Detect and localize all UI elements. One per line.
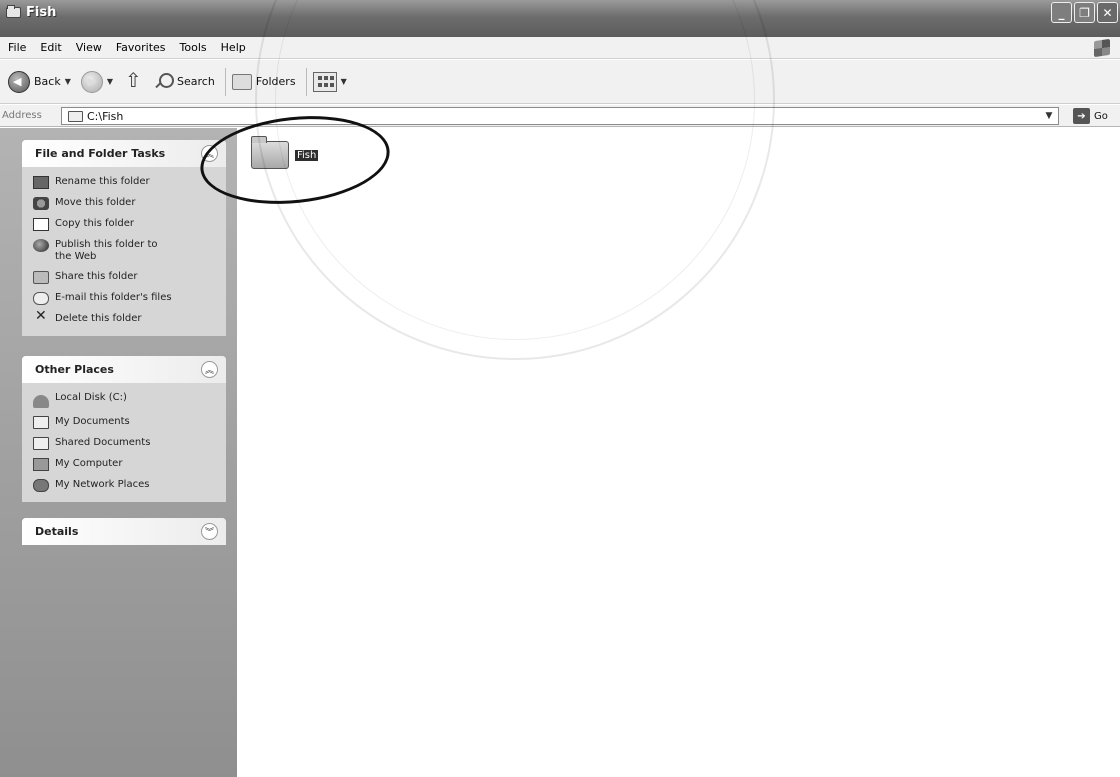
place-my-network-places[interactable]: My Network Places <box>33 475 218 496</box>
go-button[interactable]: ➔ Go <box>1073 108 1108 124</box>
place-label: Local Disk (C:) <box>55 392 127 403</box>
menu-view[interactable]: View <box>76 41 102 54</box>
up-folder-icon <box>123 68 143 92</box>
forward-arrow-icon <box>80 70 103 93</box>
share-icon <box>33 271 49 284</box>
copy-icon <box>33 218 49 231</box>
place-label: My Documents <box>55 416 130 427</box>
task-label: Share this folder <box>55 271 138 282</box>
folders-label: Folders <box>255 75 296 88</box>
panel-header[interactable]: Other Places ︽ <box>22 356 226 383</box>
collapse-icon[interactable]: ︽ <box>201 361 218 378</box>
address-value: C:\Fish <box>87 109 124 123</box>
window-title-text: Fish <box>26 5 57 20</box>
maximize-button[interactable]: ❐ <box>1074 2 1095 23</box>
menu-file[interactable]: File <box>8 41 26 54</box>
panel-header[interactable]: File and Folder Tasks ︽ <box>22 140 226 167</box>
task-rename-folder[interactable]: Rename this folder <box>33 172 218 193</box>
task-label: Publish this folder to the Web <box>55 239 158 262</box>
back-arrow-icon <box>8 70 30 93</box>
network-icon <box>33 479 49 492</box>
task-label: Copy this folder <box>55 218 134 229</box>
place-local-disk[interactable]: Local Disk (C:) <box>33 388 218 412</box>
menu-favorites[interactable]: Favorites <box>116 41 166 54</box>
task-label: E-mail this folder's files <box>55 292 172 303</box>
file-folder-tasks-panel: File and Folder Tasks ︽ Rename this fold… <box>22 140 226 336</box>
place-label: My Network Places <box>55 479 150 490</box>
panel-body: Rename this folder Move this folder Copy… <box>22 167 226 336</box>
task-delete-folder[interactable]: Delete this folder <box>33 309 218 330</box>
window-title: Fish <box>6 5 56 20</box>
task-email-files[interactable]: E-mail this folder's files <box>33 288 218 309</box>
menu-bar: File Edit View Favorites Tools Help <box>0 37 1120 59</box>
move-icon <box>33 197 49 210</box>
panel-title: File and Folder Tasks <box>35 147 166 160</box>
task-label: Move this folder <box>55 197 136 208</box>
place-my-documents[interactable]: My Documents <box>33 412 218 433</box>
panel-header[interactable]: Details ︾ <box>22 518 226 545</box>
views-dropdown-icon[interactable]: ▼ <box>341 77 347 86</box>
documents-icon <box>33 416 49 429</box>
search-button[interactable]: Search <box>153 72 215 92</box>
folder-icon <box>68 110 83 122</box>
task-move-folder[interactable]: Move this folder <box>33 193 218 214</box>
minimize-button[interactable]: _ <box>1051 2 1072 23</box>
panel-body: Local Disk (C:) My Documents Shared Docu… <box>22 383 226 502</box>
back-button[interactable]: Back ▼ <box>8 70 71 93</box>
menu-tools[interactable]: Tools <box>180 41 207 54</box>
go-label: Go <box>1094 110 1108 122</box>
task-pane: File and Folder Tasks ︽ Rename this fold… <box>0 128 237 777</box>
toolbar-separator <box>224 67 226 96</box>
views-icon <box>312 71 337 92</box>
close-button[interactable]: ✕ <box>1097 2 1118 23</box>
panel-title: Details <box>35 525 79 538</box>
shared-documents-icon <box>33 437 49 450</box>
globe-icon <box>33 239 49 252</box>
place-my-computer[interactable]: My Computer <box>33 454 218 475</box>
window-controls: _ ❐ ✕ <box>1051 2 1118 23</box>
folder-contents[interactable]: Fish <box>237 128 1120 777</box>
expand-icon[interactable]: ︾ <box>201 523 218 540</box>
panel-title: Other Places <box>35 363 114 376</box>
address-dropdown-icon[interactable]: ▼ <box>1042 109 1056 123</box>
menu-edit[interactable]: Edit <box>40 41 61 54</box>
back-label: Back <box>34 75 61 88</box>
delete-icon <box>33 310 49 326</box>
go-arrow-icon: ➔ <box>1073 108 1090 124</box>
mail-icon <box>33 292 49 305</box>
address-bar: Address C:\Fish ▼ ➔ Go <box>0 105 1120 127</box>
task-share-folder[interactable]: Share this folder <box>33 267 218 288</box>
search-icon <box>153 72 175 92</box>
menu-help[interactable]: Help <box>221 41 246 54</box>
toolbar: Back ▼ ▼ Search Folders ▼ <box>0 60 1120 104</box>
place-shared-documents[interactable]: Shared Documents <box>33 433 218 454</box>
place-label: Shared Documents <box>55 437 151 448</box>
task-label: Delete this folder <box>55 313 142 324</box>
folders-icon <box>231 73 252 90</box>
other-places-panel: Other Places ︽ Local Disk (C:) My Docume… <box>22 356 226 502</box>
folders-button[interactable]: Folders <box>231 73 296 90</box>
task-copy-folder[interactable]: Copy this folder <box>33 214 218 235</box>
back-dropdown-icon[interactable]: ▼ <box>65 77 71 86</box>
windows-logo-icon <box>1094 38 1110 58</box>
task-publish-folder[interactable]: Publish this folder to the Web <box>33 235 218 267</box>
views-button[interactable]: ▼ <box>312 71 347 92</box>
toolbar-separator <box>305 67 307 96</box>
place-label: My Computer <box>55 458 123 469</box>
address-input[interactable]: C:\Fish ▼ <box>61 107 1059 125</box>
forward-button[interactable]: ▼ <box>80 70 113 93</box>
details-panel: Details ︾ <box>22 518 226 545</box>
disk-icon <box>33 395 49 408</box>
task-label: Rename this folder <box>55 176 150 187</box>
search-label: Search <box>177 75 215 88</box>
computer-icon <box>33 458 49 471</box>
folder-icon <box>6 5 21 18</box>
forward-dropdown-icon[interactable]: ▼ <box>107 77 113 86</box>
address-label: Address <box>2 110 42 121</box>
up-button[interactable] <box>123 68 143 92</box>
title-bar[interactable]: Fish _ ❐ ✕ <box>0 0 1120 37</box>
rename-icon <box>33 176 49 189</box>
